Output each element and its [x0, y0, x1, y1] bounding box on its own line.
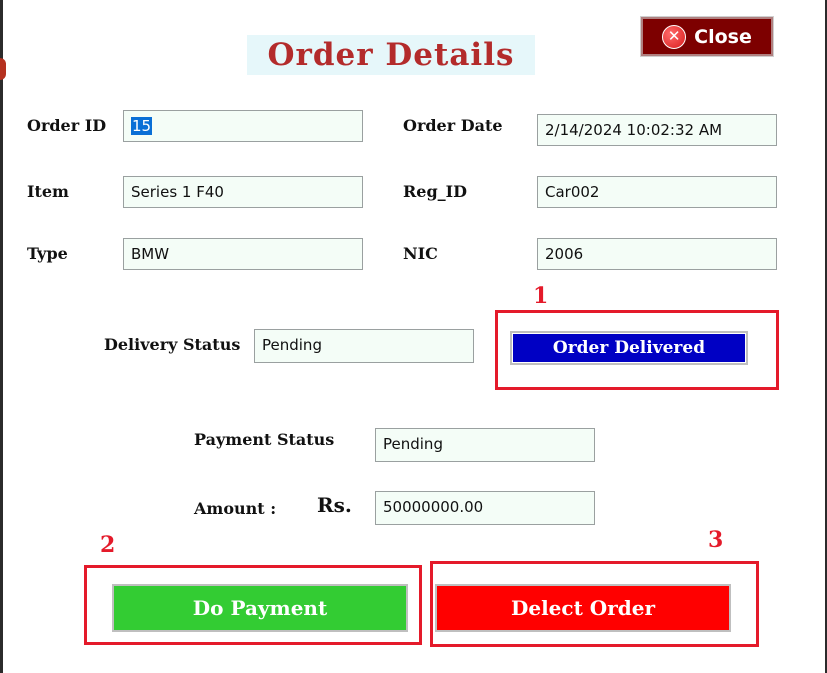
order-id-value: 15: [131, 117, 153, 135]
amount-label: Amount :: [194, 499, 277, 518]
delivery-status-label: Delivery Status: [104, 335, 241, 354]
delivery-status-value: Pending: [262, 336, 322, 354]
item-value: Series 1 F40: [131, 183, 224, 201]
type-field[interactable]: BMW: [123, 238, 363, 270]
reg-id-label: Reg_ID: [403, 182, 468, 201]
nic-field[interactable]: 2006: [537, 238, 777, 270]
item-label: Item: [27, 182, 69, 201]
close-circle-icon: ✕: [662, 24, 687, 49]
order-date-value: 2/14/2024 10:02:32 AM: [545, 121, 723, 139]
currency-label: Rs.: [317, 493, 352, 517]
payment-status-value: Pending: [383, 435, 443, 453]
order-date-field[interactable]: 2/14/2024 10:02:32 AM: [537, 114, 777, 146]
order-date-label: Order Date: [403, 116, 503, 135]
type-value: BMW: [131, 245, 170, 263]
reg-id-value: Car002: [545, 183, 600, 201]
payment-status-field[interactable]: Pending: [375, 428, 595, 462]
payment-status-label: Payment Status: [194, 430, 335, 449]
window-frame-left: [0, 0, 3, 673]
delete-order-button[interactable]: Delect Order: [435, 584, 731, 632]
do-payment-button[interactable]: Do Payment: [112, 584, 408, 632]
order-delivered-button[interactable]: Order Delivered: [510, 331, 748, 365]
amount-value: 50000000.00: [383, 498, 484, 516]
reg-id-field[interactable]: Car002: [537, 176, 777, 208]
order-id-field[interactable]: 15: [123, 110, 363, 142]
delivery-status-field[interactable]: Pending: [254, 329, 474, 363]
item-field[interactable]: Series 1 F40: [123, 176, 363, 208]
close-button[interactable]: ✕ Close: [640, 16, 774, 57]
close-button-label: Close: [694, 25, 752, 48]
nic-value: 2006: [545, 245, 584, 263]
annotation-marker-1: 1: [533, 283, 549, 309]
annotation-marker-2: 2: [100, 532, 116, 558]
order-id-label: Order ID: [27, 116, 107, 135]
type-label: Type: [27, 244, 68, 263]
nic-label: NIC: [403, 244, 438, 263]
amount-field[interactable]: 50000000.00: [375, 491, 595, 525]
annotation-marker-3: 3: [708, 527, 724, 553]
background-window-edge: [0, 58, 6, 80]
page-title: Order Details: [267, 37, 515, 73]
